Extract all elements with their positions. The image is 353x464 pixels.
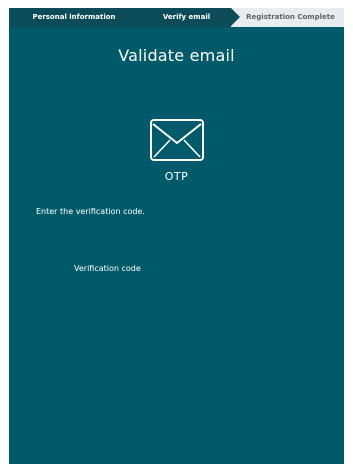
otp-caption: OTP (164, 170, 189, 183)
page-title: Validate email (118, 46, 235, 65)
registration-panel: Personal information Verify email Regist… (9, 8, 344, 464)
progress-steps: Personal information Verify email Regist… (9, 8, 344, 27)
step-chevron (231, 8, 240, 26)
step-personal-information: Personal information (9, 8, 139, 27)
step-registration-complete: Registration Complete (231, 8, 344, 27)
instruction-text: Enter the verification code. (36, 207, 145, 216)
envelope-icon (150, 119, 204, 161)
verification-code-label: Verification code (74, 264, 141, 273)
step-verify-email: Verify email (139, 8, 234, 27)
verification-code-input[interactable] (74, 280, 274, 302)
